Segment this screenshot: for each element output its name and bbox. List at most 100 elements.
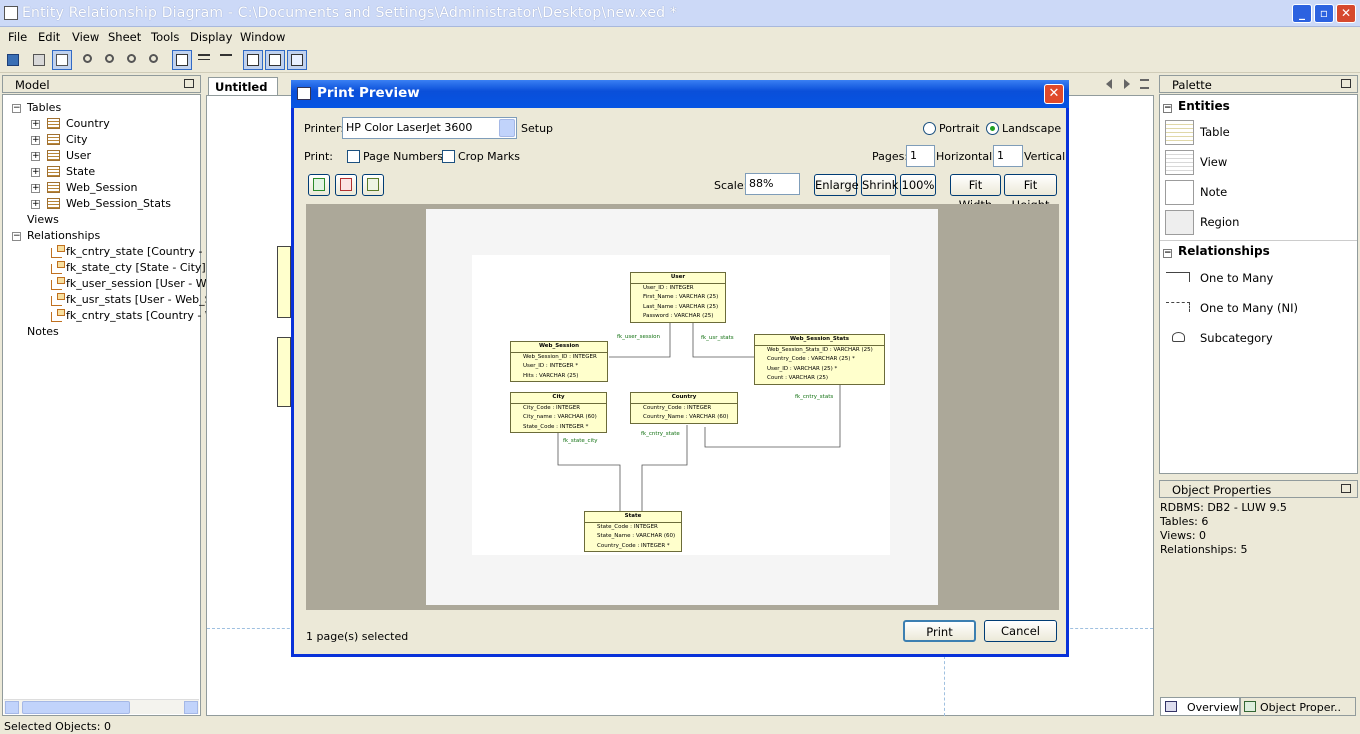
print-button[interactable] bbox=[29, 50, 49, 70]
web-session-stats-expander[interactable]: + bbox=[31, 200, 40, 209]
tree-rel-state-cty[interactable]: fk_state_cty [State - City] bbox=[66, 261, 206, 274]
zoom-button[interactable] bbox=[79, 50, 99, 70]
printer-icon bbox=[33, 54, 45, 66]
chevron-down-icon[interactable] bbox=[499, 119, 515, 137]
scroll-right-button[interactable] bbox=[184, 701, 198, 714]
page-numbers-checkbox[interactable] bbox=[347, 150, 360, 163]
state-expander[interactable]: + bbox=[31, 168, 40, 177]
tree-rel-cntry-state[interactable]: fk_cntry_state [Country - St bbox=[66, 245, 217, 258]
print-button-dialog[interactable]: Print bbox=[903, 620, 976, 642]
tree-table-country[interactable]: Country bbox=[66, 117, 110, 130]
horizontal-scrollbar[interactable] bbox=[4, 699, 199, 714]
palette-view[interactable]: View bbox=[1200, 155, 1227, 169]
menu-view[interactable]: View bbox=[72, 30, 99, 44]
menu-edit[interactable]: Edit bbox=[38, 30, 60, 44]
relationship-icon bbox=[51, 309, 65, 322]
scroll-left-button[interactable] bbox=[5, 701, 19, 714]
model-panel-title: Model bbox=[15, 78, 50, 92]
print-preview-button[interactable] bbox=[52, 50, 72, 70]
relationships-expander[interactable]: − bbox=[12, 232, 21, 241]
page-select-all-button[interactable] bbox=[308, 174, 330, 196]
close-button[interactable]: ✕ bbox=[1336, 4, 1356, 23]
bottom-tab-object-properties[interactable]: Object Proper.. bbox=[1240, 697, 1356, 716]
tab-next-icon[interactable] bbox=[1124, 79, 1130, 89]
tree-table-user[interactable]: User bbox=[66, 149, 91, 162]
view-mode-2-button[interactable] bbox=[194, 50, 214, 70]
fit-height-button[interactable]: Fit Height bbox=[1004, 174, 1057, 212]
shrink-button[interactable]: Shrink bbox=[861, 174, 898, 196]
country-expander[interactable]: + bbox=[31, 120, 40, 129]
tables-expander[interactable]: − bbox=[12, 104, 21, 113]
setup-link[interactable]: Setup bbox=[521, 122, 553, 135]
object-properties-panel: RDBMS: DB2 - LUW 9.5 Tables: 6 Views: 0 … bbox=[1159, 499, 1358, 695]
palette-title: Palette bbox=[1172, 78, 1212, 92]
entity-user: User User_ID : INTEGER First_Name : VARC… bbox=[630, 272, 726, 323]
tree-tables[interactable]: Tables bbox=[27, 101, 61, 114]
palette-note[interactable]: Note bbox=[1200, 185, 1227, 199]
layout-2-button[interactable] bbox=[265, 50, 285, 70]
menu-tools[interactable]: Tools bbox=[151, 30, 179, 44]
tree-table-state[interactable]: State bbox=[66, 165, 95, 178]
restore-icon[interactable] bbox=[184, 79, 194, 88]
tree-rel-usr-stats[interactable]: fk_usr_stats [User - Web_Se bbox=[66, 293, 218, 306]
relationships-section-header[interactable]: − Relationships bbox=[1163, 244, 1270, 258]
menu-file[interactable]: File bbox=[8, 30, 27, 44]
crop-marks-checkbox[interactable] bbox=[442, 150, 455, 163]
hundred-percent-button[interactable]: 100% bbox=[900, 174, 936, 196]
tab-prev-icon[interactable] bbox=[1106, 79, 1112, 89]
pages-vertical-input[interactable]: 1 bbox=[993, 145, 1023, 167]
tree-table-web-session-stats[interactable]: Web_Session_Stats bbox=[66, 197, 171, 210]
cancel-button[interactable]: Cancel bbox=[984, 620, 1057, 642]
tree-rel-user-session[interactable]: fk_user_session [User - Web bbox=[66, 277, 220, 290]
palette-one-to-many-ni[interactable]: One to Many (NI) bbox=[1200, 301, 1298, 315]
view-mode-1-button[interactable] bbox=[172, 50, 192, 70]
bottom-tab-overview[interactable]: Overview bbox=[1160, 697, 1240, 716]
city-expander[interactable]: + bbox=[31, 136, 40, 145]
dialog-close-button[interactable]: ✕ bbox=[1044, 84, 1064, 104]
zoom-in-button[interactable] bbox=[101, 50, 121, 70]
save-button[interactable] bbox=[3, 50, 23, 70]
tree-rel-cntry-stats[interactable]: fk_cntry_stats [Country - W bbox=[66, 309, 216, 322]
tab-list-icon[interactable] bbox=[1140, 79, 1149, 89]
landscape-radio[interactable] bbox=[986, 122, 999, 135]
printer-select[interactable]: HP Color LaserJet 3600 bbox=[342, 117, 517, 139]
enlarge-button[interactable]: Enlarge bbox=[814, 174, 859, 196]
pages-horizontal-input[interactable]: 1 bbox=[906, 145, 935, 167]
user-expander[interactable]: + bbox=[31, 152, 40, 161]
palette-table[interactable]: Table bbox=[1200, 125, 1230, 139]
page-deselect-button[interactable] bbox=[335, 174, 357, 196]
preview-area[interactable]: User User_ID : INTEGER First_Name : VARC… bbox=[306, 204, 1059, 610]
restore-icon[interactable] bbox=[1341, 79, 1351, 88]
horizontal-label: Horizontal bbox=[936, 150, 993, 163]
menu-display[interactable]: Display bbox=[190, 30, 232, 44]
view-mode-3-button[interactable] bbox=[216, 50, 236, 70]
tree-notes[interactable]: Notes bbox=[27, 325, 59, 338]
palette-subcategory[interactable]: Subcategory bbox=[1200, 331, 1273, 345]
maximize-button[interactable]: ▫ bbox=[1314, 4, 1334, 23]
palette-one-to-many[interactable]: One to Many bbox=[1200, 271, 1273, 285]
tree-table-web-session[interactable]: Web_Session bbox=[66, 181, 137, 194]
scroll-thumb[interactable] bbox=[22, 701, 130, 714]
scale-input[interactable]: 88% bbox=[745, 173, 800, 195]
tab-untitled-1[interactable]: Untitled 1 bbox=[208, 77, 278, 108]
tree-views[interactable]: Views bbox=[27, 213, 59, 226]
window-title: Entity Relationship Diagram - C:\Documen… bbox=[22, 5, 678, 21]
one-to-many-ni-icon bbox=[1166, 302, 1190, 312]
page-invert-button[interactable] bbox=[362, 174, 384, 196]
palette-region[interactable]: Region bbox=[1200, 215, 1239, 229]
layout-1-button[interactable] bbox=[243, 50, 263, 70]
portrait-radio[interactable] bbox=[923, 122, 936, 135]
restore-icon[interactable] bbox=[1341, 484, 1351, 493]
tree-table-city[interactable]: City bbox=[66, 133, 88, 146]
layout-3-button[interactable] bbox=[287, 50, 307, 70]
menu-sheet[interactable]: Sheet bbox=[108, 30, 141, 44]
tree-relationships[interactable]: Relationships bbox=[27, 229, 100, 242]
menu-window[interactable]: Window bbox=[240, 30, 285, 44]
preview-page[interactable]: User User_ID : INTEGER First_Name : VARC… bbox=[426, 209, 938, 605]
fit-width-button[interactable]: Fit Width bbox=[950, 174, 1001, 212]
zoom-out-button[interactable] bbox=[123, 50, 143, 70]
zoom-fit-button[interactable] bbox=[145, 50, 165, 70]
minimize-button[interactable]: _ bbox=[1292, 4, 1312, 23]
entities-section-header[interactable]: − Entities bbox=[1163, 99, 1230, 113]
web-session-expander[interactable]: + bbox=[31, 184, 40, 193]
